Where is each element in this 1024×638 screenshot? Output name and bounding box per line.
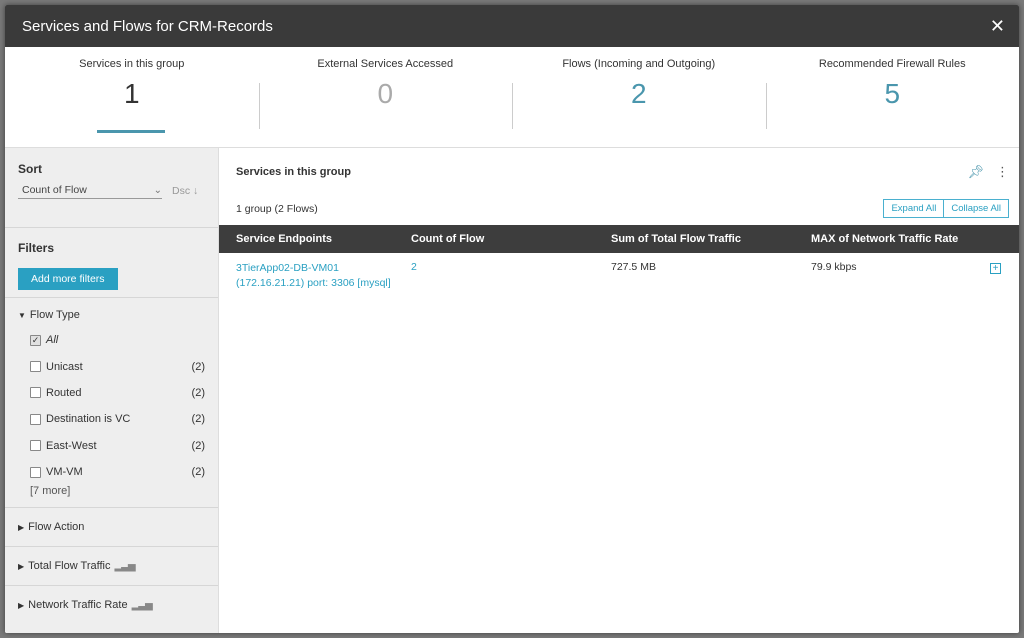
total-flow-traffic: 727.5 MB bbox=[611, 261, 656, 273]
filter-group-flow-action[interactable]: ▶ Flow Action bbox=[5, 508, 218, 546]
endpoint-name: 3TierApp02-DB-VM01 bbox=[236, 262, 339, 274]
group-summary: 1 group (2 Flows) bbox=[236, 202, 318, 215]
filter-option-label: Routed bbox=[46, 386, 82, 399]
filter-option-all[interactable]: ✓ All bbox=[5, 327, 218, 353]
more-vertical-icon[interactable]: ⋮ bbox=[996, 164, 1009, 180]
dialog-titlebar: Services and Flows for CRM-Records ✕ bbox=[5, 5, 1019, 47]
filter-sidebar: Sort Count of Flow ⌄ Dsc ↓ Filters Add m… bbox=[5, 148, 219, 633]
stat-value: 0 bbox=[377, 78, 394, 109]
filter-option-east-west[interactable]: East-West (2) bbox=[5, 433, 218, 459]
filter-option-count: (2) bbox=[191, 466, 205, 479]
flow-type-label: Flow Type bbox=[29, 309, 80, 321]
checkbox[interactable] bbox=[30, 466, 41, 478]
stat-value: 1 bbox=[123, 78, 140, 109]
sort-direction-label: Dsc bbox=[172, 184, 191, 197]
filter-option-count: (2) bbox=[191, 360, 205, 373]
filter-group-label: Flow Action bbox=[28, 521, 85, 534]
stat-firewall-rules[interactable]: Recommended Firewall Rules 5 bbox=[765, 47, 1020, 147]
add-filters-button[interactable]: Add more filters bbox=[18, 268, 118, 290]
filter-group-total-flow-traffic[interactable]: ▶ Total Flow Traffic ▂▃▅ bbox=[5, 547, 218, 585]
filter-option-count: (2) bbox=[191, 439, 205, 452]
pin-icon[interactable]: 📌︎ bbox=[967, 164, 984, 180]
expand-row-icon[interactable]: + bbox=[990, 263, 1001, 274]
filter-group-label: Network Traffic Rate bbox=[28, 599, 128, 612]
stat-value: 2 bbox=[630, 78, 647, 109]
filter-option-vm-vm[interactable]: VM-VM (2) bbox=[5, 459, 218, 485]
sort-title: Sort bbox=[18, 162, 42, 176]
expand-all-button[interactable]: Expand All bbox=[883, 199, 945, 218]
filter-group-network-traffic-rate[interactable]: ▶ Network Traffic Rate ▂▃▅ bbox=[5, 586, 218, 624]
caret-right-icon: ▶ bbox=[18, 522, 25, 532]
max-traffic-rate: 79.9 kbps bbox=[811, 261, 857, 273]
caret-right-icon: ▶ bbox=[18, 561, 25, 571]
stat-label: External Services Accessed bbox=[317, 58, 454, 70]
column-header[interactable]: Service Endpoints bbox=[219, 233, 411, 245]
services-panel: Services in this group 📌︎ ⋮ 1 group (2 F… bbox=[219, 148, 1019, 633]
column-header[interactable]: Sum of Total Flow Traffic bbox=[611, 233, 811, 245]
flow-count-link[interactable]: 2 bbox=[411, 261, 611, 291]
checkbox[interactable] bbox=[30, 387, 41, 399]
stat-label: Recommended Firewall Rules bbox=[818, 58, 966, 70]
more-options-link[interactable]: [7 more] bbox=[5, 485, 218, 507]
filters-title: Filters bbox=[18, 241, 55, 255]
arrow-down-icon: ↓ bbox=[193, 184, 199, 197]
stat-label: Services in this group bbox=[79, 58, 185, 70]
caret-right-icon: ▶ bbox=[18, 600, 25, 610]
stat-services-in-group[interactable]: Services in this group 1 bbox=[5, 47, 259, 147]
sort-select-value: Count of Flow bbox=[22, 184, 87, 196]
column-header[interactable]: MAX of Network Traffic Rate bbox=[811, 233, 1019, 245]
filter-option-label: Unicast bbox=[46, 360, 83, 373]
checkbox[interactable] bbox=[30, 440, 41, 452]
filter-option-count: (2) bbox=[191, 413, 205, 426]
filter-option-count: (2) bbox=[191, 386, 205, 399]
filter-option-unicast[interactable]: Unicast (2) bbox=[5, 353, 218, 379]
filter-option-label: East-West bbox=[46, 439, 97, 452]
flow-type-toggle[interactable]: ▼ Flow Type bbox=[5, 298, 218, 327]
filter-option-label: All bbox=[46, 334, 59, 347]
filter-group-label: Total Flow Traffic bbox=[28, 560, 111, 573]
dialog-title: Services and Flows for CRM-Records bbox=[22, 17, 273, 35]
services-flows-dialog: Services and Flows for CRM-Records ✕ Ser… bbox=[5, 5, 1019, 633]
bar-chart-icon: ▂▃▅ bbox=[131, 599, 153, 611]
checkbox[interactable] bbox=[30, 361, 41, 373]
caret-down-icon: ▼ bbox=[18, 310, 26, 320]
stat-label: Flows (Incoming and Outgoing) bbox=[562, 58, 716, 70]
column-header[interactable]: Count of Flow bbox=[411, 233, 611, 245]
collapse-all-button[interactable]: Collapse All bbox=[944, 199, 1009, 218]
checkbox[interactable] bbox=[30, 413, 41, 425]
summary-stats: Services in this group 1 External Servic… bbox=[5, 47, 1019, 148]
filter-option-label: VM-VM bbox=[46, 466, 83, 479]
stat-external-services[interactable]: External Services Accessed 0 bbox=[258, 47, 513, 147]
service-endpoint-link[interactable]: 3TierApp02-DB-VM01 (172.16.21.21) port: … bbox=[219, 261, 411, 291]
endpoint-address: (172.16.21.21) port: 3306 [mysql] bbox=[236, 277, 391, 289]
panel-heading: Services in this group bbox=[236, 166, 351, 178]
stat-flows[interactable]: Flows (Incoming and Outgoing) 2 bbox=[512, 47, 766, 147]
checkbox-checked[interactable]: ✓ bbox=[30, 334, 41, 346]
stat-value: 5 bbox=[884, 78, 901, 109]
table-row: 3TierApp02-DB-VM01 (172.16.21.21) port: … bbox=[219, 253, 1019, 291]
chevron-down-icon: ⌄ bbox=[153, 184, 162, 196]
bar-chart-icon: ▂▃▅ bbox=[114, 560, 135, 572]
filter-option-destination-vc[interactable]: Destination is VC (2) bbox=[5, 406, 218, 432]
active-tab-indicator bbox=[97, 130, 165, 133]
table-header: Service Endpoints Count of Flow Sum of T… bbox=[219, 225, 1019, 253]
sort-direction-toggle[interactable]: Dsc ↓ bbox=[172, 185, 198, 197]
filter-option-routed[interactable]: Routed (2) bbox=[5, 380, 218, 406]
sort-select[interactable]: Count of Flow ⌄ bbox=[18, 182, 162, 199]
close-icon[interactable]: ✕ bbox=[990, 16, 1005, 37]
filter-option-label: Destination is VC bbox=[46, 413, 131, 426]
